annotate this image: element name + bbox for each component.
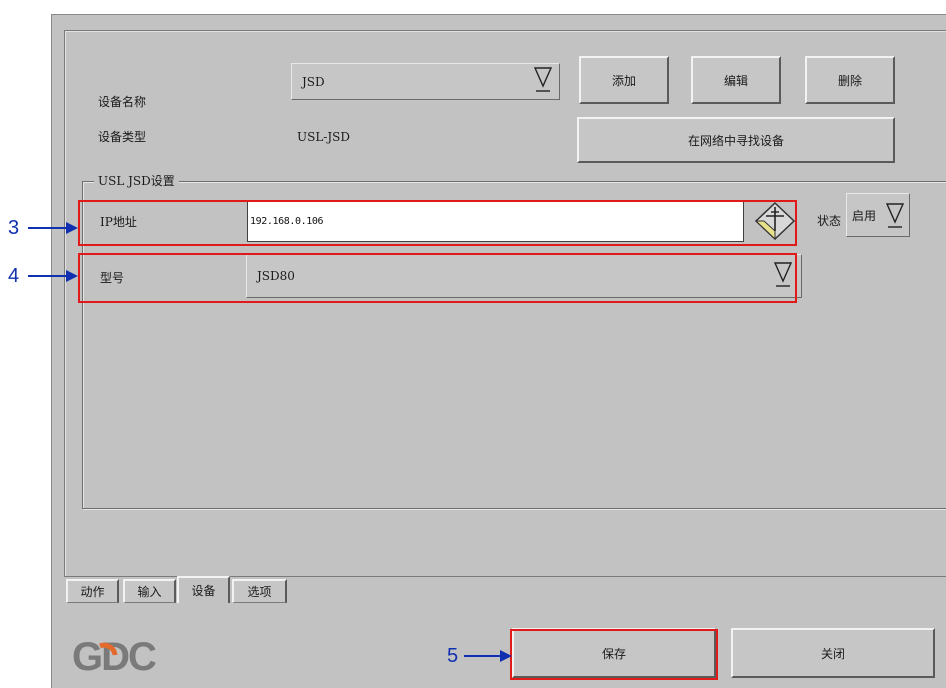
tab-actions[interactable]: 动作 — [66, 579, 119, 603]
model-dropdown[interactable]: JSD80 — [246, 254, 802, 298]
add-device-button[interactable]: 添加 — [579, 56, 669, 104]
model-label: 型号 — [100, 271, 125, 285]
tab-options[interactable]: 选项 — [232, 579, 287, 603]
device-name-label: 设备名称 — [98, 95, 147, 109]
status-value: 启用 — [852, 208, 877, 223]
svg-text:GDC: GDC — [72, 635, 156, 677]
callout-arrow-icon — [464, 650, 512, 662]
dropdown-arrow-icon — [773, 262, 793, 287]
model-value: JSD80 — [257, 269, 295, 283]
edit-device-button[interactable]: 编辑 — [691, 56, 781, 104]
callout-number-3: 3 — [8, 217, 20, 239]
callout-number-5: 5 — [447, 645, 459, 667]
device-type-label: 设备类型 — [98, 130, 147, 144]
usl-jsd-settings-title: USL JSD设置 — [94, 174, 179, 188]
ip-address-input[interactable] — [247, 201, 744, 242]
callout-arrow-icon — [28, 270, 78, 282]
device-name-value: JSD — [302, 74, 325, 89]
status-label: 状态 — [817, 214, 842, 228]
save-button[interactable]: 保存 — [512, 628, 716, 678]
tab-input[interactable]: 输入 — [123, 579, 176, 603]
dropdown-arrow-icon — [885, 203, 905, 228]
dropdown-arrow-icon — [533, 67, 553, 92]
close-button[interactable]: 关闭 — [731, 628, 935, 678]
gdc-logo: GDC — [72, 635, 158, 677]
device-type-value: USL-JSD — [297, 130, 351, 144]
status-dropdown[interactable]: 启用 — [846, 193, 910, 237]
delete-device-button[interactable]: 删除 — [805, 56, 895, 104]
virtual-keyboard-button[interactable] — [754, 201, 796, 241]
find-device-on-network-button[interactable]: 在网络中寻找设备 — [577, 117, 895, 163]
tab-devices[interactable]: 设备 — [177, 576, 230, 603]
keyboard-icon — [754, 201, 796, 241]
callout-arrow-icon — [28, 222, 78, 234]
callout-number-4: 4 — [8, 265, 20, 287]
ip-address-label: IP地址 — [100, 215, 137, 229]
device-name-dropdown[interactable]: JSD — [291, 63, 560, 100]
